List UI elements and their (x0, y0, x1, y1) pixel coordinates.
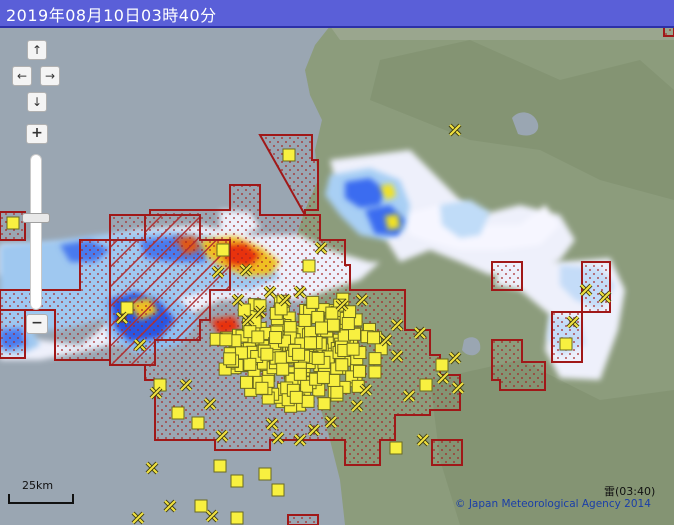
lightning-strike-square (348, 327, 362, 341)
lightning-strike-square (352, 364, 366, 378)
lightning-strike-square (240, 375, 254, 389)
lightning-strike-square (326, 318, 340, 332)
lightning-strike-square (269, 331, 283, 345)
thunder-time-label: 雷(03:40) (604, 485, 656, 498)
lightning-strike-square (230, 474, 244, 488)
lightning-strike-square (368, 352, 382, 366)
lightning-strike-square (251, 330, 265, 344)
lightning-strike-square (419, 378, 433, 392)
lightning-strike-square (292, 347, 306, 361)
lightning-strike-square (368, 365, 382, 379)
lightning-strike-square (258, 467, 272, 481)
lightning-strike-square (298, 313, 312, 327)
pan-left-button[interactable]: ← (12, 66, 32, 86)
pan-up-button[interactable]: ↑ (27, 40, 47, 60)
lightning-strike-square (316, 370, 330, 384)
lake (462, 337, 481, 356)
lightning-strike-square (346, 342, 360, 356)
timestamp-label: 2019年08月10日03時40分 (6, 6, 217, 25)
lightning-strike-square (274, 351, 288, 365)
lightning-strike-square (367, 331, 381, 345)
title-bar: 2019年08月10日03時40分 (0, 0, 674, 28)
zoom-slider-handle[interactable] (22, 213, 50, 223)
lightning-strike-square (276, 362, 290, 376)
lightning-strike-square (255, 381, 269, 395)
warning-area (0, 309, 26, 359)
lightning-strike-square (435, 358, 449, 372)
zoom-in-button[interactable]: + (26, 124, 48, 144)
pan-down-button[interactable]: ↓ (27, 92, 47, 112)
lightning-strike-square (271, 483, 285, 497)
warning-area (287, 514, 319, 525)
lightning-strike-square (260, 347, 274, 361)
lightning-strike-square (282, 148, 296, 162)
lightning-strike-square (230, 511, 244, 525)
lightning-strike-square (120, 301, 134, 315)
lightning-strike-square (317, 397, 331, 411)
lightning-radar-map[interactable] (0, 0, 674, 525)
lightning-strike-square (223, 352, 237, 366)
lightning-strike-square (194, 499, 208, 513)
lightning-strike-square (6, 216, 20, 230)
lightning-strike-square (330, 385, 344, 399)
lightning-strike-square (302, 259, 316, 273)
pan-right-button[interactable]: → (40, 66, 60, 86)
lightning-strike-square (389, 441, 403, 455)
zoom-slider-track[interactable] (30, 154, 42, 310)
warning-area (491, 261, 523, 291)
lightning-strike-square (289, 390, 303, 404)
lightning-strike-square (303, 336, 317, 350)
lightning-strike-square (219, 333, 233, 347)
scale-label: 25km (22, 479, 54, 492)
lightning-strike-square (243, 357, 257, 371)
lightning-strike-square (306, 295, 320, 309)
lightning-strike-square (335, 358, 349, 372)
lightning-strike-square (213, 459, 227, 473)
lightning-strike-square (341, 317, 355, 331)
lightning-strike-square (311, 351, 325, 365)
lightning-strike-square (171, 406, 185, 420)
copyright-credit[interactable]: © Japan Meteorological Agency 2014 (455, 498, 651, 510)
lightning-strike-square (293, 367, 307, 381)
warning-area (431, 439, 463, 466)
lightning-strike-square (301, 394, 315, 408)
zoom-out-button[interactable]: − (26, 314, 48, 334)
lightning-strike-square (191, 416, 205, 430)
lightning-strike-square (216, 243, 230, 257)
scale-bar (8, 494, 74, 504)
lightning-strike-square (315, 321, 329, 335)
lightning-strike-square (559, 337, 573, 351)
